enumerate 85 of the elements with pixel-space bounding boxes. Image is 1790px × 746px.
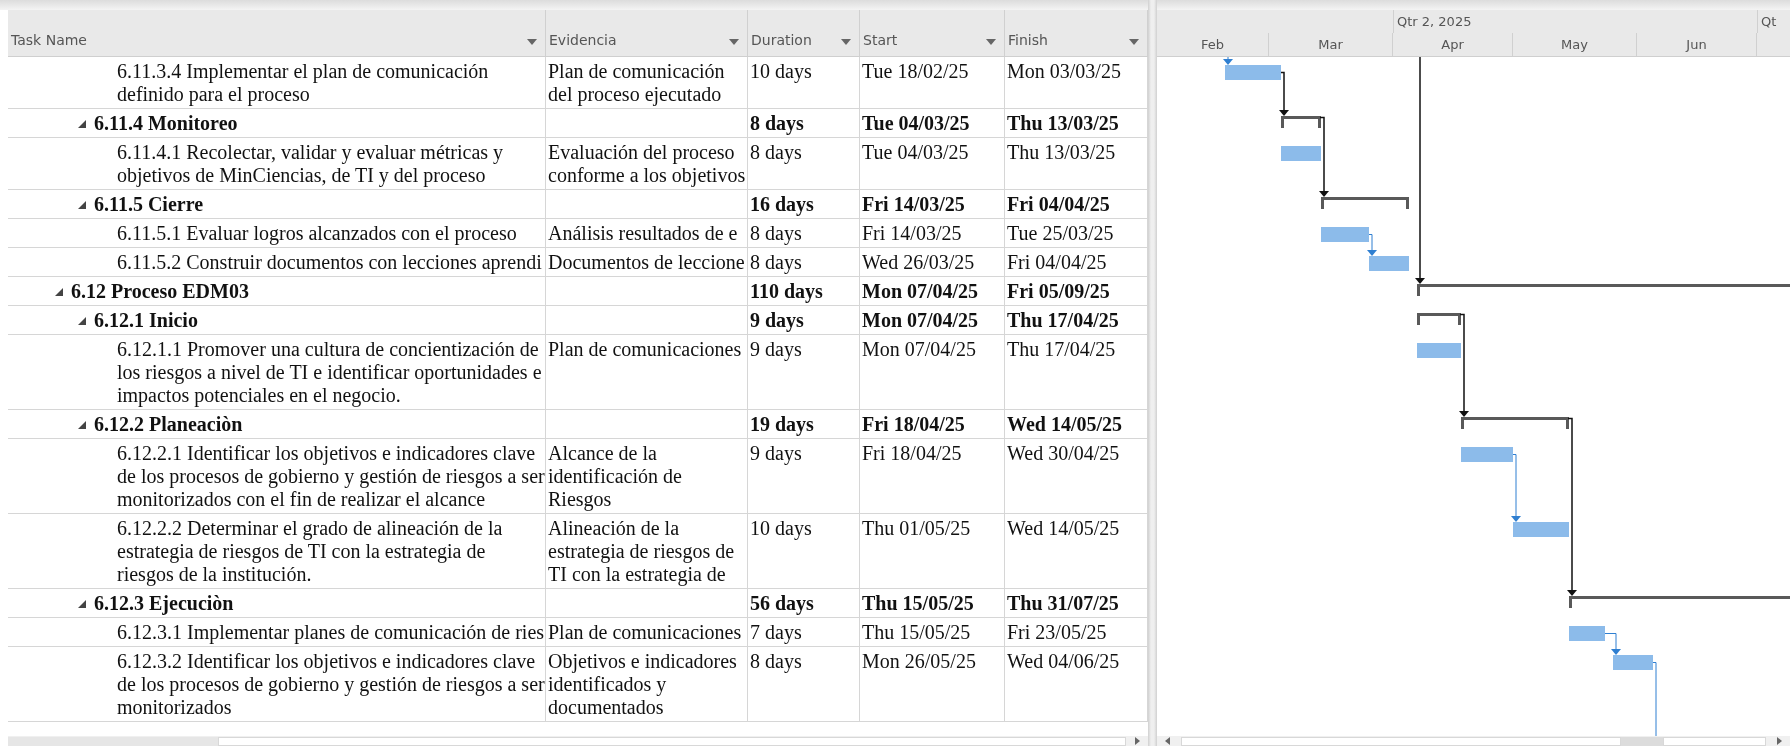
table-cell: Objetivos e indicadores identificados y documentados bbox=[546, 647, 748, 721]
table-cell: 110 days bbox=[748, 277, 860, 305]
summary-bar[interactable] bbox=[1281, 116, 1321, 128]
triangle-icon[interactable] bbox=[78, 420, 86, 429]
task-name: 6.11.5 Cierre bbox=[94, 193, 205, 216]
triangle-icon[interactable] bbox=[78, 599, 86, 608]
table-cell: 8 days bbox=[748, 219, 860, 247]
task-name: 6.12.2.2 Determinar el grado de alineación de la estrategia de riesgos de TI con la estrategia de riesgos de la institución. bbox=[117, 517, 504, 586]
caret-icon[interactable] bbox=[1129, 39, 1139, 45]
table-cell: 56 days bbox=[748, 589, 860, 617]
task-name: 6.11.4 Monitoreo bbox=[94, 112, 239, 135]
month-label: Apr bbox=[1441, 37, 1464, 52]
table-cell: 10 days bbox=[748, 57, 860, 108]
triangle-icon[interactable] bbox=[55, 287, 63, 296]
table-cell: Fri 14/03/25 bbox=[860, 190, 1005, 218]
month-label: Feb bbox=[1201, 37, 1224, 52]
task-name: 6.12.1 Inicio bbox=[94, 309, 199, 332]
task-name: 6.12.2 Planeaciòn bbox=[94, 413, 244, 436]
table-cell: Thu 01/05/25 bbox=[860, 514, 1005, 588]
task-name: 6.12 Proceso EDM03 bbox=[71, 280, 250, 303]
table-cell: Alineación de la estrategia de riesgos de TI con la estrategia de bbox=[546, 514, 748, 588]
table-cell: Thu 15/05/25 bbox=[860, 618, 1005, 646]
summary-bar[interactable] bbox=[1417, 284, 1790, 296]
table-cell: Plan de comunicaciones bbox=[546, 618, 748, 646]
table-cell: 9 days bbox=[748, 335, 860, 409]
table-cell: Thu 15/05/25 bbox=[860, 589, 1005, 617]
task-name: 6.12.3 Ejecuciòn bbox=[94, 592, 235, 615]
table-cell: Fri 18/04/25 bbox=[860, 439, 1005, 513]
triangle-icon[interactable] bbox=[78, 316, 86, 325]
task-name: 6.12.1.1 Promover una cultura de concientización de los riesgos a nivel de TI e identificar oportunidades e impactos potenciales en el negocio. bbox=[117, 338, 543, 407]
table-cell: 9 days bbox=[748, 439, 860, 513]
quarter-label: Qtr 2, 2025 bbox=[1397, 14, 1472, 29]
table-cell: Wed 26/03/25 bbox=[860, 248, 1005, 276]
month-label: May bbox=[1561, 37, 1588, 52]
caret-icon[interactable] bbox=[841, 39, 851, 45]
table-cell: 8 days bbox=[748, 248, 860, 276]
table-cell: Tue 04/03/25 bbox=[860, 109, 1005, 137]
table-cell: Mon 07/04/25 bbox=[860, 335, 1005, 409]
quarter-label: Qt bbox=[1761, 14, 1777, 29]
table-cell: 7 days bbox=[748, 618, 860, 646]
task-name: 6.11.5.2 Construir documentos con lecciones aprendi bbox=[117, 251, 543, 274]
table-cell: Documentos de leccione bbox=[546, 248, 748, 276]
scrollbar-thumb[interactable] bbox=[1621, 736, 1663, 746]
table-cell: 8 days bbox=[748, 647, 860, 721]
task-name: 6.12.3.2 Identificar los objetivos e indicadores clave de los procesos de gobierno y gestión de riesgos a ser monitorizados bbox=[117, 650, 545, 719]
triangle-icon[interactable] bbox=[78, 119, 86, 128]
task-name: 6.12.2.1 Identificar los objetivos e indicadores clave de los procesos de gobierno y gestión de riesgos a ser monitorizados con el fin de realizar el alcance bbox=[117, 442, 545, 511]
summary-bar[interactable] bbox=[1461, 417, 1569, 429]
table-cell: Plan de comunicaciones bbox=[546, 335, 748, 409]
table-cell: 8 days bbox=[748, 109, 860, 137]
caret-icon[interactable] bbox=[986, 39, 996, 45]
task-name: 6.11.3.4 Implementar el plan de comunicación definido para el proceso bbox=[117, 60, 490, 106]
task-name: 6.11.4.1 Recolectar, validar y evaluar métricas y objetivos de MinCiencias, de TI y del proceso bbox=[117, 141, 505, 187]
table-cell: Tue 04/03/25 bbox=[860, 138, 1005, 189]
table-cell: Alcance de la identificación de Riesgos bbox=[546, 439, 748, 513]
table-cell: Evaluación del proceso conforme a los objetivos bbox=[546, 138, 748, 189]
table-cell: Mon 07/04/25 bbox=[860, 277, 1005, 305]
triangle-icon[interactable] bbox=[78, 200, 86, 209]
task-name: 6.12.3.1 Implementar planes de comunicación de ries bbox=[117, 621, 545, 644]
table-cell: 16 days bbox=[748, 190, 860, 218]
table-cell: Tue 18/02/25 bbox=[860, 57, 1005, 108]
task-name: 6.11.5.1 Evaluar logros alcanzados con el proceso bbox=[117, 222, 518, 245]
table-cell: Fri 14/03/25 bbox=[860, 219, 1005, 247]
caret-icon[interactable] bbox=[729, 39, 739, 45]
column-header[interactable]: Task Name bbox=[8, 10, 546, 56]
table-cell: 19 days bbox=[748, 410, 860, 438]
table-cell: Mon 07/04/25 bbox=[860, 306, 1005, 334]
column-header[interactable]: Start bbox=[860, 10, 1005, 56]
column-header[interactable]: Duration bbox=[748, 10, 860, 56]
month-label: Mar bbox=[1318, 37, 1343, 52]
scrollbar-thumb[interactable] bbox=[8, 736, 218, 746]
summary-bar[interactable] bbox=[1569, 596, 1790, 608]
column-header[interactable]: Evidencia bbox=[546, 10, 748, 56]
table-cell: Fri 18/04/25 bbox=[860, 410, 1005, 438]
caret-icon[interactable] bbox=[527, 39, 537, 45]
table-cell: 10 days bbox=[748, 514, 860, 588]
table-cell: Análisis resultados de e bbox=[546, 219, 748, 247]
table-cell: Mon 26/05/25 bbox=[860, 647, 1005, 721]
table-cell: 9 days bbox=[748, 306, 860, 334]
scroll-right-icon[interactable] bbox=[1132, 736, 1142, 746]
summary-bar[interactable] bbox=[1417, 313, 1461, 325]
month-label: Jun bbox=[1686, 37, 1707, 52]
table-cell: 8 days bbox=[748, 138, 860, 189]
table-cell: Plan de comunicación del proceso ejecutado bbox=[546, 57, 748, 108]
summary-bar[interactable] bbox=[1321, 197, 1409, 209]
